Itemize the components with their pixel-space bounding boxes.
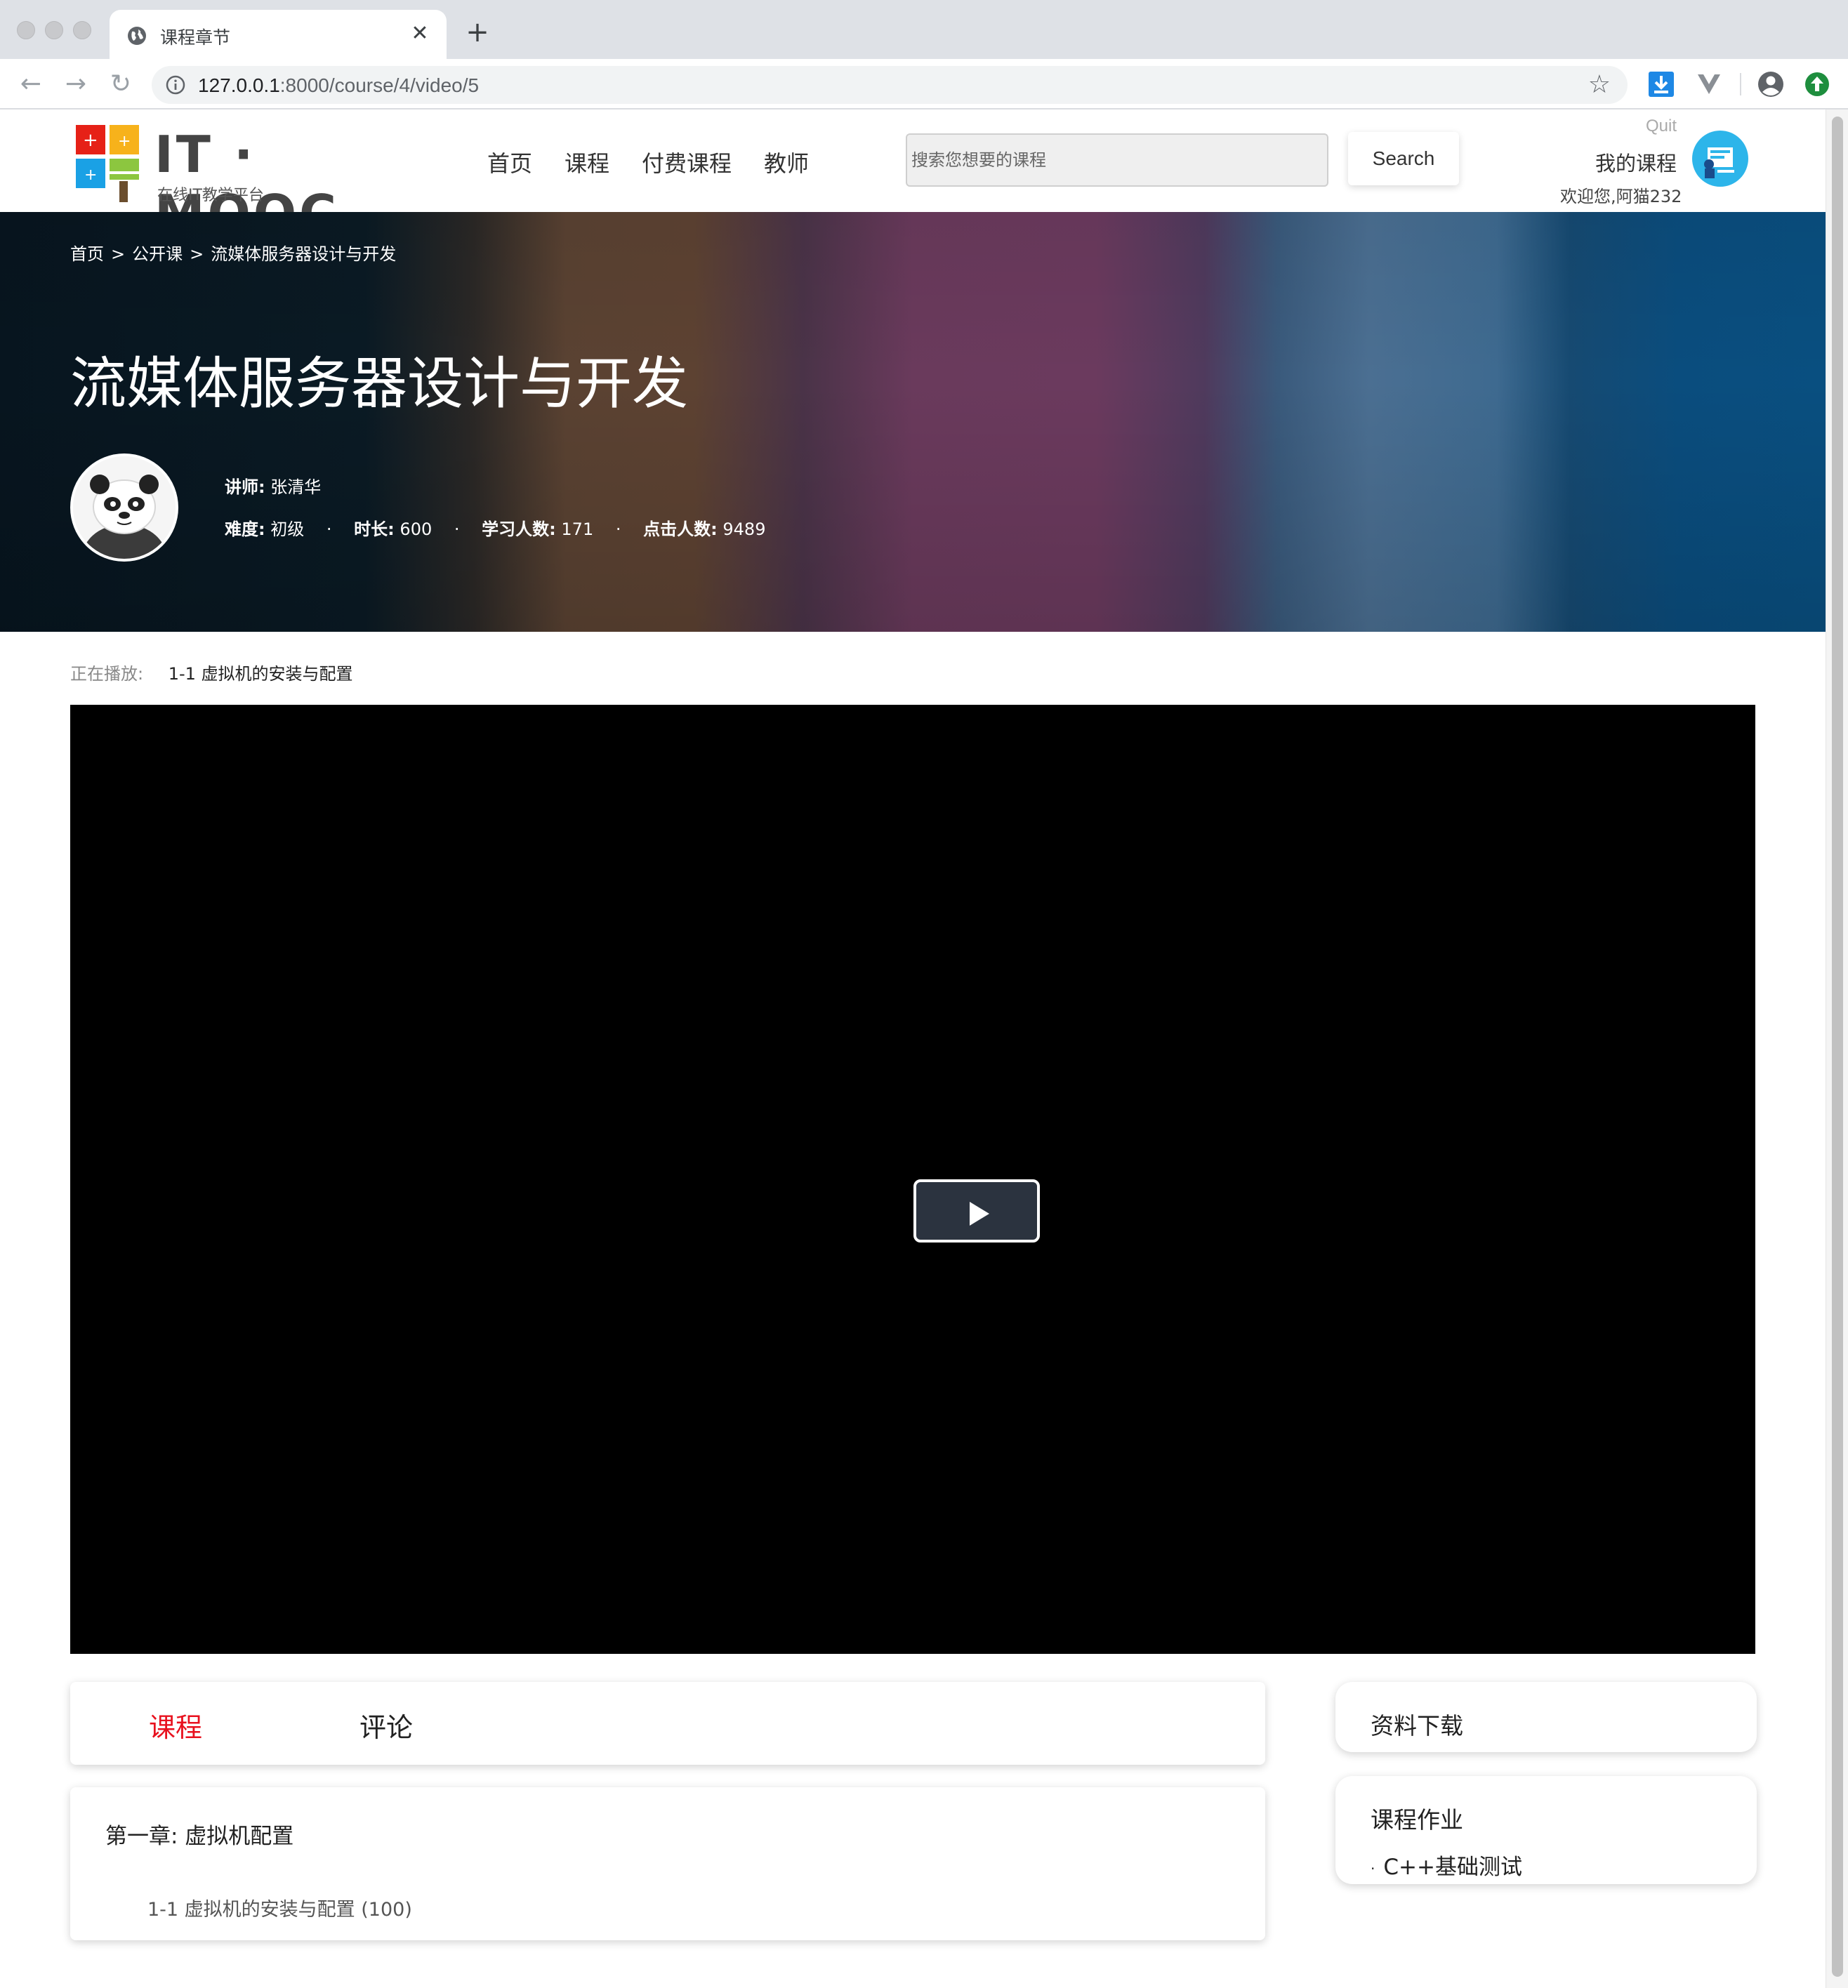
toolbar-divider [1740,73,1741,95]
svg-text:+: + [84,166,97,184]
tab-title: 课程章节 [160,27,231,48]
teacher-line: 讲师: 张清华 [225,473,321,498]
browser-tabstrip: 课程章节 ✕ + [0,0,1848,60]
vue-devtools-icon[interactable] [1695,70,1723,98]
reload-icon[interactable]: ↻ [105,69,136,100]
difficulty-value: 初级 [270,519,305,539]
course-stats-line: 难度: 初级 · 时长: 600 · 学习人数: 171 · 点击人数: 948… [225,515,765,540]
students-value: 171 [561,519,594,539]
nav-courses[interactable]: 课程 [565,146,609,178]
svg-text:+: + [118,133,131,150]
window-minimize-dot[interactable] [45,21,63,39]
nav-teachers[interactable]: 教师 [764,146,809,178]
teacher-name[interactable]: 张清华 [270,477,321,497]
new-tab-button[interactable]: + [463,18,491,46]
profile-icon[interactable] [1757,70,1785,98]
site-header: + + + IT · MOOC 在线IT教学平台 首页 课程 付费课程 教师 S… [0,110,1826,243]
clicks-value: 9489 [722,519,766,539]
nav-paid-courses[interactable]: 付费课程 [642,146,732,178]
logo-subtitle: 在线IT教学平台 [157,187,264,204]
clicks-label: 点击人数: [643,519,718,539]
duration-label: 时长: [354,519,395,539]
panda-avatar-icon [73,456,176,559]
browser-tab-active[interactable]: 课程章节 ✕ [110,10,447,60]
info-icon[interactable] [166,75,185,95]
chapter-list: 第一章: 虚拟机配置 1-1 虚拟机的安装与配置 (100) [70,1787,1265,1940]
chapter-title: 第一章: 虚拟机配置 [105,1824,294,1849]
forward-arrow-icon[interactable]: → [60,69,91,100]
welcome-text: 欢迎您,阿猫232 [1560,187,1682,206]
stat-separator: · [615,519,621,539]
homework-item[interactable]: · C++基础测试 [1371,1849,1522,1881]
svg-text:+: + [83,130,98,151]
bookmark-star-icon[interactable]: ☆ [1588,72,1611,98]
lesson-link[interactable]: 1-1 虚拟机的安装与配置 (100) [147,1894,412,1921]
browser-toolbar: ← → ↻ 127.0.0.1:8000/course/4/video/5 ☆ [0,59,1848,110]
tab-course[interactable]: 课程 [149,1706,202,1744]
difficulty-label: 难度: [225,519,265,539]
teacher-label: 讲师: [225,477,265,497]
scrollbar-thumb[interactable] [1832,117,1843,1977]
logo-mark-icon: + + + [76,125,139,202]
user-avatar[interactable] [1692,131,1748,187]
now-playing-title: 1-1 虚拟机的安装与配置 [168,664,353,684]
search-button[interactable]: Search [1348,132,1459,185]
quit-link[interactable]: Quit [1646,117,1677,136]
search-input[interactable] [906,133,1328,187]
breadcrumb-public-courses[interactable]: 公开课 [132,244,183,264]
homework-bullet: · [1371,1860,1375,1877]
globe-icon [128,27,146,45]
breadcrumb-separator: > [190,244,204,264]
stat-separator: · [454,519,460,539]
homework-item-label[interactable]: C++基础测试 [1383,1855,1522,1880]
address-bar[interactable]: 127.0.0.1:8000/course/4/video/5 ☆ [152,66,1628,104]
downloads-panel: 资料下载 [1335,1682,1757,1752]
my-courses-link[interactable]: 我的课程 [1595,147,1677,177]
page-scrollbar[interactable] [1826,110,1848,1988]
duration-value: 600 [400,519,433,539]
site-logo[interactable]: + + + IT · MOOC 在线IT教学平台 [76,118,441,243]
back-arrow-icon[interactable]: ← [15,69,46,100]
nav-home[interactable]: 首页 [487,146,532,178]
homework-panel: 课程作业 · C++基础测试 [1335,1776,1757,1884]
play-icon [970,1202,989,1226]
now-playing-label: 正在播放: [70,664,144,684]
play-button[interactable] [913,1179,1040,1242]
course-banner: 首页 > 公开课 > 流媒体服务器设计与开发 流媒体服务器设计与开发 讲师: 张清华 难… [0,212,1826,632]
breadcrumb-separator: > [111,244,126,264]
course-title: 流媒体服务器设计与开发 [70,351,688,416]
now-playing: 正在播放: 1-1 虚拟机的安装与配置 [70,660,353,684]
user-avatar-icon [1704,147,1734,178]
window-zoom-dot[interactable] [73,21,91,39]
download-extension-icon[interactable] [1647,70,1675,98]
window-close-dot[interactable] [17,21,35,39]
breadcrumb: 首页 > 公开课 > 流媒体服务器设计与开发 [70,240,403,265]
students-label: 学习人数: [482,519,556,539]
update-icon[interactable] [1803,70,1831,98]
close-tab-icon[interactable]: ✕ [406,20,434,48]
teacher-avatar[interactable] [70,453,178,562]
tab-comment[interactable]: 评论 [359,1706,413,1744]
main-nav: 首页 课程 付费课程 教师 [487,146,809,178]
url-text: 127.0.0.1:8000/course/4/video/5 [198,74,480,96]
content-tabs: 课程 评论 [70,1682,1265,1765]
stat-separator: · [326,519,332,539]
video-player[interactable] [70,705,1755,1654]
downloads-title: 资料下载 [1371,1712,1463,1740]
breadcrumb-home[interactable]: 首页 [70,244,104,264]
breadcrumb-current: 流媒体服务器设计与开发 [211,244,397,264]
homework-title: 课程作业 [1371,1806,1463,1834]
